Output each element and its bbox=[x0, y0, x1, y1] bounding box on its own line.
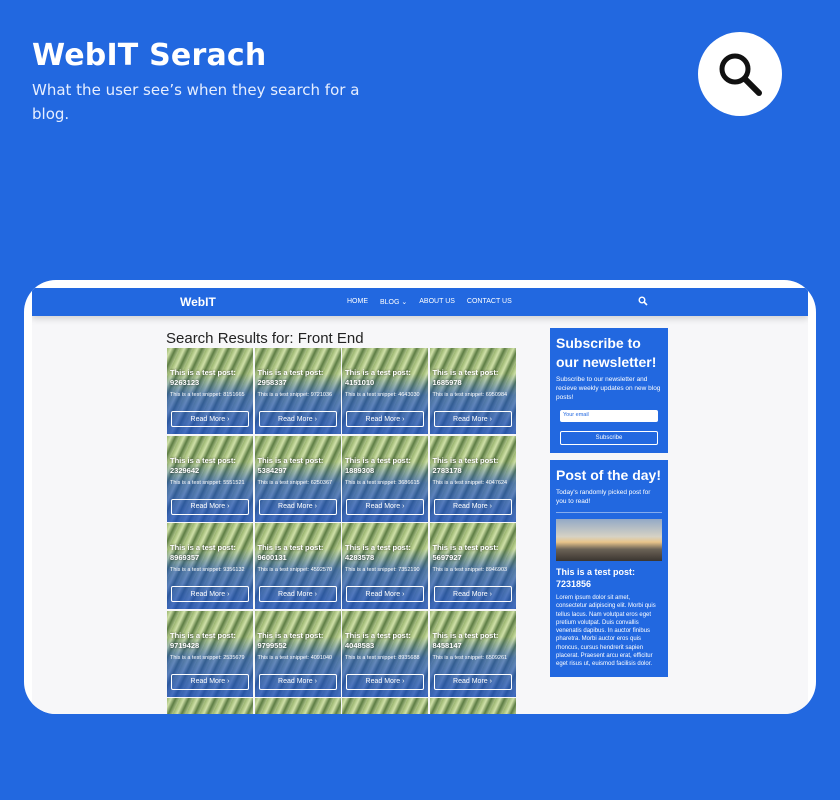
post-card-title[interactable]: This is a test post: 8458147 bbox=[433, 631, 515, 651]
post-card-snippet: This is a test snippet: 4643030 bbox=[345, 392, 420, 398]
post-card-title[interactable]: This is a test post: 8969357 bbox=[170, 543, 252, 563]
subscribe-button[interactable]: Subscribe bbox=[560, 431, 658, 445]
post-card[interactable]: This is a test post: 9600131 This is a te… bbox=[254, 523, 341, 609]
search-results-heading: Search Results for: Front End bbox=[166, 330, 364, 347]
screenshot-frame: WebIT HOME BLOG ⌄ ABOUT US CONTACT US Se… bbox=[24, 280, 816, 714]
post-card-title[interactable]: This is a test post: 1685978 bbox=[433, 368, 515, 388]
post-card[interactable] bbox=[254, 698, 341, 714]
read-more-button[interactable]: Read More › bbox=[258, 411, 337, 427]
nav-item-contact[interactable]: CONTACT US bbox=[467, 298, 512, 306]
nav-item-home[interactable]: HOME bbox=[347, 298, 368, 306]
post-card-snippet: This is a test snippet: 8935688 bbox=[345, 654, 420, 661]
read-more-button[interactable]: Read More › bbox=[346, 586, 424, 602]
site-logo[interactable]: WebIT bbox=[180, 295, 216, 309]
post-card[interactable]: This is a test post: 9799552 This is a te… bbox=[254, 610, 341, 697]
post-card[interactable]: This is a test post: 5697927 This is a te… bbox=[429, 523, 516, 609]
post-card[interactable]: This is a test post: 2783178 This is a te… bbox=[429, 435, 516, 522]
post-card-snippet: This is a test snippet: 8946903 bbox=[432, 567, 508, 573]
post-card-title[interactable]: This is a test post: 9263123 bbox=[170, 368, 252, 388]
page-subtitle: What the user see’s when they search for… bbox=[32, 81, 360, 123]
post-card[interactable]: This is a test post: 4283578 This is a te… bbox=[342, 523, 428, 609]
post-card-snippet: This is a test snippet: 9356132 bbox=[170, 567, 245, 573]
read-more-button[interactable]: Read More › bbox=[433, 498, 512, 515]
read-more-button[interactable]: Read More › bbox=[433, 586, 512, 602]
post-card[interactable]: This is a test post: 8458147 This is a te… bbox=[429, 610, 516, 697]
post-card-title[interactable]: This is a test post: 5384297 bbox=[258, 456, 340, 476]
post-card-title[interactable]: This is a test post: 2958337 bbox=[258, 368, 340, 388]
sidebar: Subscribe to our newsletter! Subscribe t… bbox=[550, 328, 668, 684]
read-more-button[interactable]: Read More › bbox=[258, 586, 337, 602]
nav-item-blog[interactable]: BLOG ⌄ bbox=[380, 298, 407, 306]
newsletter-title: Subscribe to our newsletter! bbox=[556, 335, 657, 370]
post-card-title[interactable]: This is a test post: 5697927 bbox=[433, 543, 515, 563]
post-card[interactable]: This is a test post: 5384297 This is a te… bbox=[254, 435, 341, 522]
read-more-button[interactable]: Read More › bbox=[171, 411, 249, 427]
read-more-button[interactable]: Read More › bbox=[171, 586, 249, 602]
post-card[interactable]: This is a test post: 4151010 This is a te… bbox=[342, 348, 428, 434]
post-card-title[interactable]: This is a test post: 4151010 bbox=[345, 368, 427, 388]
post-card[interactable]: This is a test post: 4048583 This is a te… bbox=[342, 610, 428, 697]
post-card[interactable] bbox=[167, 698, 253, 714]
post-card[interactable]: This is a test post: 2329642 This is a te… bbox=[167, 435, 253, 522]
search-icon bbox=[719, 53, 762, 96]
post-card-snippet: This is a test snippet: 3686615 bbox=[345, 479, 420, 486]
post-card[interactable]: This is a test post: 1685978 This is a te… bbox=[429, 348, 516, 434]
read-more-button[interactable]: Read More › bbox=[258, 498, 337, 515]
post-card[interactable]: This is a test post: 2958337 This is a te… bbox=[254, 348, 341, 434]
post-card-snippet: This is a test snippet: 4091040 bbox=[257, 654, 333, 661]
post-of-day-box: Post of the day! Today's randomly picked… bbox=[550, 460, 668, 677]
site-navbar: WebIT HOME BLOG ⌄ ABOUT US CONTACT US bbox=[32, 288, 808, 316]
potd-text: Today's randomly picked post for you to … bbox=[556, 489, 651, 505]
post-card-snippet: This is a test snippet: 4592570 bbox=[257, 567, 333, 573]
potd-body: Lorem ipsum dolor sit amet, consectetur … bbox=[556, 595, 656, 668]
post-card[interactable]: This is a test post: 8969357 This is a te… bbox=[167, 523, 253, 609]
post-card-snippet: This is a test snippet: 6509261 bbox=[432, 654, 508, 661]
post-image[interactable] bbox=[556, 519, 662, 561]
read-more-button[interactable]: Read More › bbox=[346, 673, 424, 690]
post-card-snippet: This is a test snippet: 6250367 bbox=[257, 479, 333, 486]
post-card-title[interactable]: This is a test post: 9600131 bbox=[258, 543, 340, 563]
post-card-snippet: This is a test snippet: 6950984 bbox=[432, 392, 508, 398]
results-grid: This is a test post: 9263123 This is a te… bbox=[167, 348, 516, 714]
search-badge bbox=[698, 32, 782, 116]
post-card-title[interactable]: This is a test post: 9719428 bbox=[170, 631, 252, 651]
post-card[interactable] bbox=[342, 698, 428, 714]
potd-title: Post of the day! bbox=[556, 467, 662, 483]
post-card-title[interactable]: This is a test post: 4283578 bbox=[345, 543, 427, 563]
divider bbox=[556, 512, 662, 513]
post-card-title[interactable]: This is a test post: 4048583 bbox=[345, 631, 427, 651]
post-card-snippet: This is a test snippet: 2535679 bbox=[170, 654, 245, 661]
post-card-title[interactable]: This is a test post: 1889308 bbox=[345, 456, 427, 476]
post-card-snippet: This is a test snippet: 7352190 bbox=[345, 567, 420, 573]
read-more-button[interactable]: Read More › bbox=[433, 411, 512, 427]
read-more-button[interactable]: Read More › bbox=[258, 673, 337, 690]
potd-post-title[interactable]: This is a test post: 7231856 bbox=[556, 566, 662, 590]
page-title: WebIT Serach bbox=[32, 38, 267, 73]
read-more-button[interactable]: Read More › bbox=[171, 498, 249, 515]
browser-screen: WebIT HOME BLOG ⌄ ABOUT US CONTACT US Se… bbox=[32, 288, 808, 714]
nav-menu: HOME BLOG ⌄ ABOUT US CONTACT US bbox=[347, 298, 512, 306]
post-card-title[interactable]: This is a test post: 9799552 bbox=[258, 631, 340, 651]
read-more-button[interactable]: Read More › bbox=[171, 673, 249, 690]
post-card[interactable]: This is a test post: 9263123 This is a te… bbox=[167, 348, 253, 434]
post-card-title[interactable]: This is a test post: 2783178 bbox=[433, 456, 515, 476]
read-more-button[interactable]: Read More › bbox=[433, 673, 512, 690]
search-icon[interactable] bbox=[638, 296, 648, 306]
newsletter-box: Subscribe to our newsletter! Subscribe t… bbox=[550, 328, 668, 453]
read-more-button[interactable]: Read More › bbox=[346, 411, 424, 427]
email-field[interactable]: Your email bbox=[560, 410, 658, 422]
post-card[interactable] bbox=[429, 698, 516, 714]
read-more-button[interactable]: Read More › bbox=[346, 498, 424, 515]
post-card-snippet: This is a test snippet: 8151665 bbox=[170, 392, 245, 398]
post-card-snippet: This is a test snippet: 9721036 bbox=[257, 392, 333, 398]
post-card[interactable]: This is a test post: 1889308 This is a te… bbox=[342, 435, 428, 522]
post-card-snippet: This is a test snippet: 5551521 bbox=[170, 479, 245, 486]
post-card-title[interactable]: This is a test post: 2329642 bbox=[170, 456, 252, 476]
newsletter-text: Subscribe to our newsletter and recieve … bbox=[556, 376, 661, 401]
nav-item-about[interactable]: ABOUT US bbox=[419, 298, 455, 306]
post-card-snippet: This is a test snippet: 4047624 bbox=[432, 479, 508, 486]
post-card[interactable]: This is a test post: 9719428 This is a te… bbox=[167, 610, 253, 697]
